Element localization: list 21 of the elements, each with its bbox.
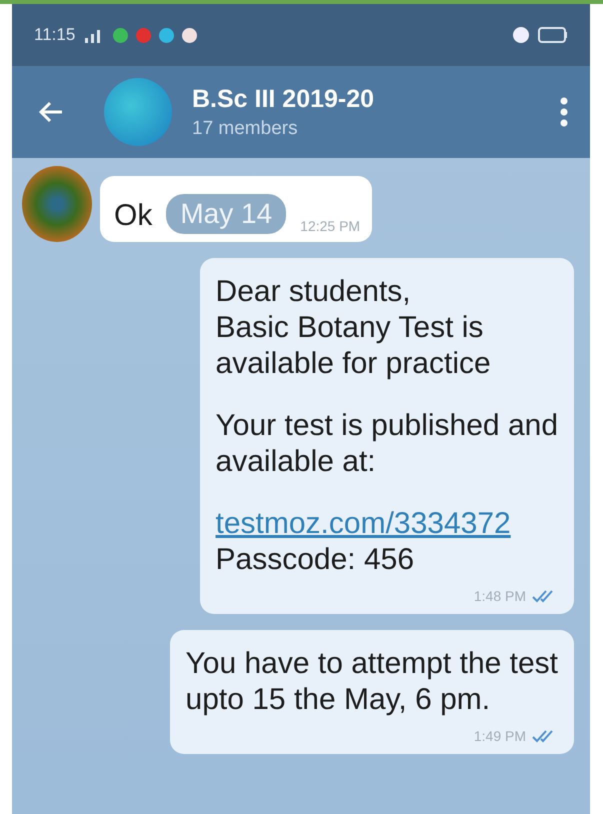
message-text: Passcode: 456 <box>216 542 416 578</box>
message-text: You have to attempt the test upto 15 the May, 6 pm. <box>186 646 558 718</box>
app-notification-icon <box>136 28 152 42</box>
group-title: B.Sc III 2019-20 <box>192 84 376 114</box>
date-pill: May 14 <box>166 194 286 234</box>
battery-icon <box>538 27 568 43</box>
message-link[interactable]: testmoz.com/3334372 <box>216 506 558 542</box>
more-menu-icon[interactable] <box>560 97 568 127</box>
alarm-icon <box>512 26 530 44</box>
message-time: 12:25 PM <box>300 218 360 234</box>
message-text: Dear students, Basic Botany Test is available for practice <box>216 274 492 382</box>
message-text: Ok <box>114 198 152 234</box>
message-text: Your test is published and available at: <box>216 408 558 480</box>
message-time: 1:49 PM <box>474 728 526 744</box>
member-count: 17 members <box>192 118 299 140</box>
back-arrow-icon[interactable] <box>38 100 64 124</box>
app-notification-icon <box>182 28 198 42</box>
message-time: 1:48 PM <box>474 588 526 604</box>
status-time: 11:15 <box>34 25 76 45</box>
app-notification-icon <box>113 28 128 42</box>
app-notification-icon <box>159 28 174 42</box>
